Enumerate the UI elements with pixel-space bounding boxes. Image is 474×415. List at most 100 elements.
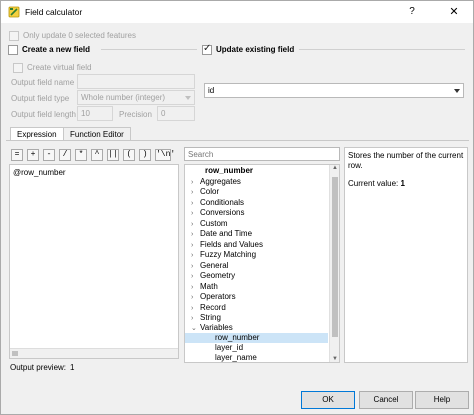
- existing-field-value: id: [208, 86, 215, 95]
- only-selected-label: Only update 0 selected features: [23, 31, 136, 40]
- expand-arrow-icon: ›: [191, 252, 194, 259]
- expand-arrow-icon: ›: [191, 231, 194, 238]
- tree-item-label: Math: [200, 282, 218, 291]
- precision-label: Precision: [119, 110, 152, 119]
- output-preview-label: Output preview:: [10, 363, 67, 372]
- output-type-select[interactable]: Whole number (integer): [77, 90, 195, 105]
- scrollbar-thumb[interactable]: [332, 177, 338, 337]
- tree-item-record[interactable]: › Record: [191, 303, 226, 313]
- update-field-label: Update existing field: [216, 45, 295, 54]
- title-help-button[interactable]: ?: [405, 4, 419, 20]
- output-length-spinbox[interactable]: 10: [77, 106, 113, 121]
- chevron-down-icon: [454, 89, 460, 93]
- tree-item-conversions[interactable]: › Conversions: [191, 208, 244, 218]
- tree-item-custom[interactable]: › Custom: [191, 219, 228, 229]
- tree-item-label: General: [200, 261, 229, 270]
- scroll-down-icon[interactable]: ▼: [332, 356, 338, 362]
- virtual-field-checkbox[interactable]: [13, 63, 23, 73]
- operator-close-paren-button[interactable]: ): [139, 149, 151, 161]
- operator-minus-button[interactable]: -: [43, 149, 55, 161]
- tab-function-editor[interactable]: Function Editor: [63, 127, 131, 141]
- tree-item-operators[interactable]: › Operators: [191, 292, 236, 302]
- tree-item-variables[interactable]: ⌄ Variables: [191, 323, 233, 333]
- update-field-checkbox[interactable]: [202, 43, 212, 55]
- tree-header: row_number: [205, 166, 254, 175]
- horizontal-scrollbar[interactable]: [10, 348, 178, 358]
- expression-text: @row_number: [13, 168, 66, 177]
- operator-concat-button[interactable]: ||: [107, 149, 119, 161]
- title-bar: Field calculator ? ✕: [1, 1, 473, 23]
- virtual-field-label: Create virtual field: [27, 63, 92, 72]
- operator-open-paren-button[interactable]: (: [123, 149, 135, 161]
- tree-item-label: Conversions: [200, 208, 245, 217]
- chevron-down-icon: [185, 96, 191, 100]
- expression-editor[interactable]: @row_number: [9, 164, 179, 359]
- precision-spinbox[interactable]: 0: [157, 106, 195, 121]
- tree-item-label: Fuzzy Matching: [200, 250, 257, 259]
- tree-item-label: Aggregates: [200, 177, 241, 186]
- tree-item-label: Variables: [200, 323, 233, 332]
- precision-value: 0: [161, 109, 166, 118]
- cancel-button[interactable]: Cancel: [359, 391, 413, 409]
- output-name-input[interactable]: [77, 74, 195, 89]
- operator-plus-button[interactable]: +: [27, 149, 39, 161]
- output-name-label: Output field name: [11, 78, 75, 87]
- function-search-input[interactable]: Search: [184, 147, 340, 161]
- output-length-value: 10: [81, 109, 90, 118]
- tree-item-conditionals[interactable]: › Conditionals: [191, 198, 244, 208]
- operator-newline-button[interactable]: '\n': [155, 149, 175, 161]
- function-help-panel: Stores the number of the current row. Cu…: [344, 147, 468, 363]
- only-selected-checkbox[interactable]: [9, 31, 19, 41]
- tree-item-fuzzy-matching[interactable]: › Fuzzy Matching: [191, 250, 256, 260]
- scrollbar-thumb[interactable]: [12, 351, 18, 356]
- tree-child-row-number[interactable]: row_number: [185, 333, 328, 343]
- tree-item-fields-and-values[interactable]: › Fields and Values: [191, 240, 263, 250]
- search-placeholder: Search: [188, 150, 214, 159]
- create-field-label: Create a new field: [22, 45, 91, 54]
- tree-item-label: Geometry: [200, 271, 236, 280]
- output-length-label: Output field length: [11, 110, 76, 119]
- operator-multiply-button[interactable]: *: [75, 149, 87, 161]
- tree-child-layer-name[interactable]: layer_name: [215, 353, 257, 362]
- window-title: Field calculator: [25, 7, 83, 17]
- current-value-label: Current value:: [348, 179, 399, 188]
- tab-expression[interactable]: Expression: [10, 127, 64, 141]
- tree-item-label: Operators: [200, 292, 236, 301]
- tree-item-label: Date and Time: [200, 229, 253, 238]
- expand-arrow-icon: ›: [191, 294, 194, 301]
- calculator-app-icon: [8, 6, 20, 18]
- tree-item-geometry[interactable]: › Geometry: [191, 271, 235, 281]
- tree-item-label: Color: [200, 187, 220, 196]
- close-button[interactable]: ✕: [447, 4, 461, 20]
- tree-item-label: Record: [200, 303, 226, 312]
- expand-arrow-icon: ›: [191, 273, 194, 280]
- tree-item-label: Conditionals: [200, 198, 245, 207]
- operator-power-button[interactable]: ^: [91, 149, 103, 161]
- output-type-label: Output field type: [11, 94, 70, 103]
- existing-field-select[interactable]: id: [204, 83, 464, 98]
- tree-item-color[interactable]: › Color: [191, 187, 219, 197]
- vertical-scrollbar[interactable]: ▲ ▼: [329, 165, 339, 362]
- tree-item-string[interactable]: › String: [191, 313, 221, 323]
- expand-arrow-icon: ›: [191, 189, 194, 196]
- create-field-checkbox[interactable]: [8, 45, 18, 55]
- scroll-up-icon[interactable]: ▲: [332, 165, 338, 171]
- help-button[interactable]: Help: [415, 391, 469, 409]
- help-description: Stores the number of the current row.: [348, 151, 464, 170]
- tree-item-general[interactable]: › General: [191, 261, 228, 271]
- tree-item-label: String: [200, 313, 221, 322]
- tree-item-label: Fields and Values: [200, 240, 263, 249]
- ok-button[interactable]: OK: [301, 391, 355, 409]
- current-value-row: Current value: 1: [348, 179, 405, 188]
- tree-item-aggregates[interactable]: › Aggregates: [191, 177, 241, 187]
- tab-divider: [6, 140, 469, 141]
- tree-item-date-and-time[interactable]: › Date and Time: [191, 229, 252, 239]
- create-field-divider: [101, 49, 197, 50]
- tree-item-math[interactable]: › Math: [191, 282, 218, 292]
- tree-item-label: Custom: [200, 219, 228, 228]
- tree-child-layer-id[interactable]: layer_id: [215, 343, 243, 353]
- operator-divide-button[interactable]: /: [59, 149, 71, 161]
- output-type-value: Whole number (integer): [81, 93, 166, 102]
- function-tree[interactable]: row_number › Aggregates › Color › Condition…: [184, 164, 340, 363]
- operator-equals-button[interactable]: =: [11, 149, 23, 161]
